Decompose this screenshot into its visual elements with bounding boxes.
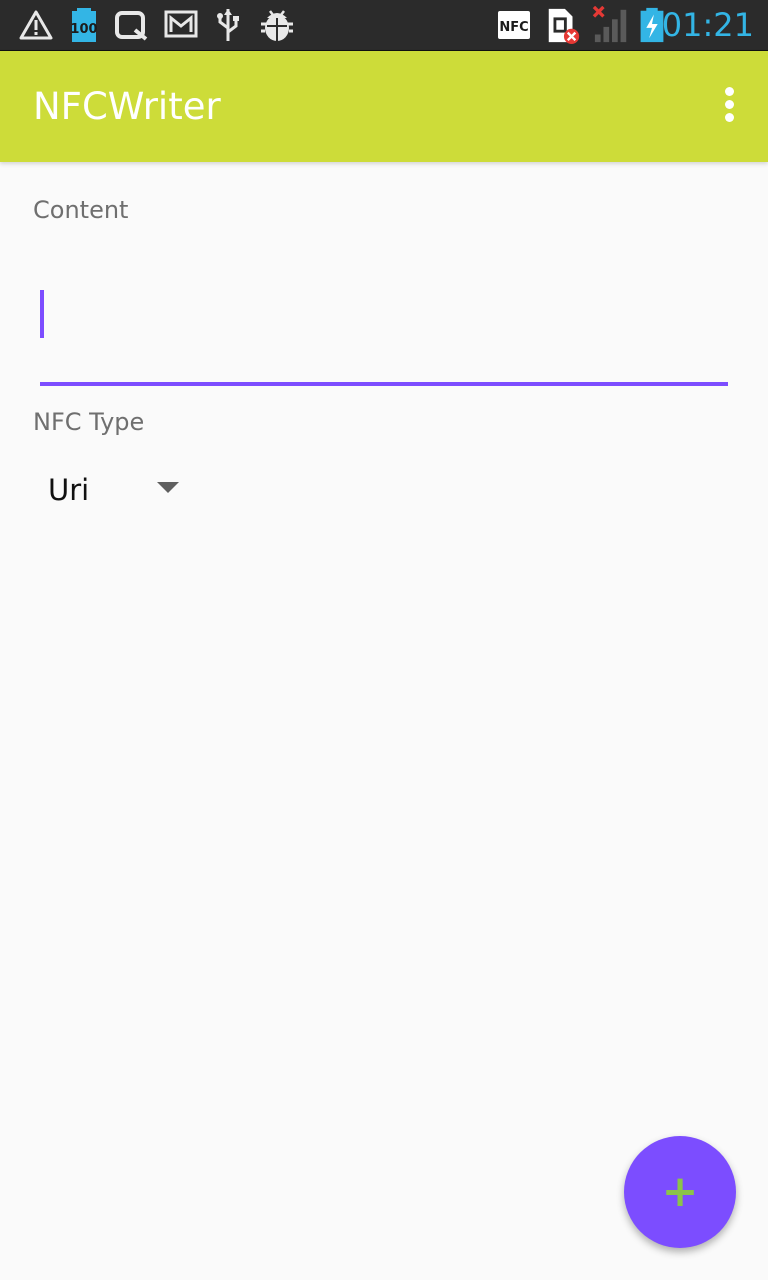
- usb-icon: [217, 9, 239, 41]
- nfc-type-spinner[interactable]: Uri: [33, 462, 193, 518]
- battery-level-text: 100: [70, 22, 97, 37]
- nfc-type-label: NFC Type: [33, 408, 145, 436]
- search-notification-icon: [115, 11, 148, 41]
- overflow-dot: [725, 113, 734, 122]
- signal-no-service-icon: [592, 6, 627, 43]
- nfc-icon: NFC: [498, 11, 530, 39]
- debug-bug-icon: [261, 10, 293, 41]
- gmail-icon: [164, 10, 198, 38]
- content-label: Content: [33, 196, 129, 224]
- sim-error-icon: [548, 8, 580, 44]
- nfc-badge-text: NFC: [499, 20, 528, 35]
- text-caret: [40, 290, 44, 338]
- overflow-dot: [725, 100, 734, 109]
- more-vert-icon[interactable]: [706, 81, 754, 129]
- screen: 100 NFC 01:21 NFCWriter Content NFC Type…: [0, 0, 768, 1280]
- app-title: NFCWriter: [33, 85, 221, 128]
- overflow-dot: [725, 87, 734, 96]
- status-time: 01:21: [661, 6, 754, 44]
- app-bar: NFCWriter: [0, 51, 768, 162]
- status-bar: 100 NFC 01:21: [0, 0, 768, 51]
- dropdown-arrow-icon: [157, 482, 179, 493]
- battery-100-icon: 100: [70, 8, 98, 42]
- nfc-type-selected: Uri: [48, 473, 90, 507]
- warning-icon: [19, 10, 53, 40]
- add-fab-button[interactable]: +: [624, 1136, 736, 1248]
- content-input[interactable]: [40, 270, 728, 386]
- plus-icon: +: [661, 1166, 699, 1217]
